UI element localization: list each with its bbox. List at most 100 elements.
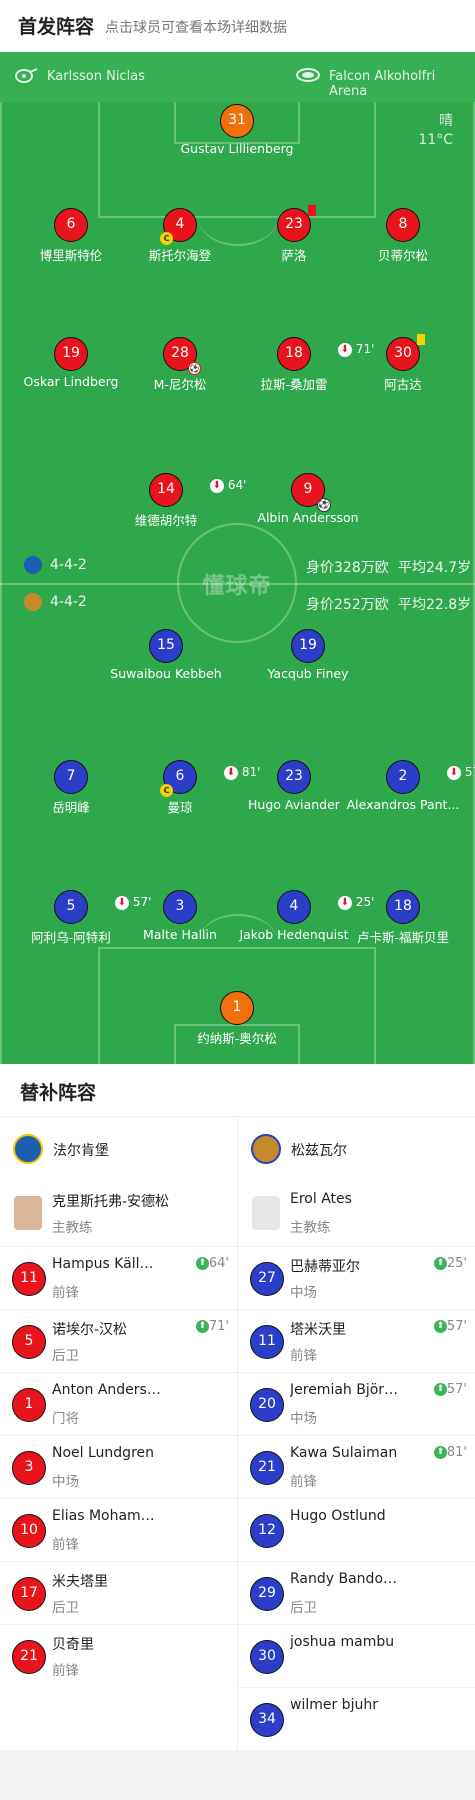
sub-player-number: 21 bbox=[12, 1640, 46, 1674]
player-away-23[interactable]: 23 Hugo Aviander bbox=[234, 760, 354, 812]
sub-player-number: 11 bbox=[12, 1262, 46, 1296]
away-substitutes: 松兹瓦尔 Erol Ates 主教练 27 巴赫蒂亚尔 中场 ⬆ 25' 11 塔… bbox=[238, 1116, 475, 1750]
sub-on-minute: 57' bbox=[446, 1319, 467, 1334]
sub-player-row[interactable]: 11 Hampus Käll… 前锋 ⬆ 64' bbox=[0, 1246, 237, 1309]
sub-on-icon: ⬆ bbox=[195, 1320, 209, 1333]
player-name: M-尼尔松 bbox=[153, 377, 207, 392]
sub-player-name: Hugo Ostlund bbox=[290, 1508, 386, 1524]
sub-player-name: wilmer bjuhr bbox=[290, 1697, 378, 1713]
sub-player-position: 后卫 bbox=[52, 1348, 79, 1364]
player-home-28[interactable]: 28 ⚽ M-尼尔松 bbox=[120, 337, 240, 393]
sub-player-row[interactable]: 17 米夫塔里 后卫 bbox=[0, 1561, 237, 1624]
sub-player-row[interactable]: 21 Kawa Sulaiman 前锋 ⬆ 81' bbox=[238, 1435, 475, 1498]
player-away-5[interactable]: 5 ⬇ 57' 阿利乌-阿特利 bbox=[11, 890, 151, 946]
player-number: 23 bbox=[285, 216, 303, 232]
sub-player-row[interactable]: 21 贝奇里 前锋 bbox=[0, 1624, 237, 1687]
player-home-30[interactable]: 30 阿古达 bbox=[343, 334, 463, 393]
player-number: 19 bbox=[291, 629, 325, 663]
venue-name: Falcon Alkoholfri Arena bbox=[329, 69, 436, 99]
player-name: 阿古达 bbox=[384, 377, 422, 392]
player-name: 约纳斯-奥尔松 bbox=[197, 1031, 277, 1046]
player-away-15[interactable]: 15 Suwaibou Kebbeh bbox=[106, 629, 226, 681]
player-away-6[interactable]: 6 C ⬇ 81' 曼琼 bbox=[120, 760, 260, 816]
player-home-31[interactable]: 31 Gustav Lillienberg bbox=[177, 104, 297, 156]
player-number: 5 bbox=[66, 898, 76, 914]
home-team-header[interactable]: 法尔肯堡 bbox=[0, 1116, 237, 1182]
sub-player-name: 巴赫蒂亚尔 bbox=[290, 1259, 360, 1275]
player-number: 6 bbox=[175, 768, 185, 784]
player-name: 萨洛 bbox=[281, 248, 307, 263]
player-away-4[interactable]: 4 ⬇ 25' Jakob Hedenquist bbox=[234, 890, 374, 942]
sub-player-number: 5 bbox=[12, 1325, 46, 1359]
sub-player-row[interactable]: 29 Randy Bando… 后卫 bbox=[238, 1561, 475, 1624]
player-home-19[interactable]: 19 Oskar Lindberg bbox=[11, 337, 131, 389]
player-name: 博里斯特伦 bbox=[39, 248, 103, 263]
sub-player-position: 前锋 bbox=[52, 1663, 79, 1679]
player-number: 15 bbox=[149, 629, 183, 663]
sub-on-minute: 81' bbox=[446, 1445, 467, 1460]
sub-player-number: 21 bbox=[250, 1451, 284, 1485]
player-name: 斯托尔海登 bbox=[148, 248, 212, 263]
player-number: 28 bbox=[171, 345, 189, 361]
sub-on-icon: ⬆ bbox=[433, 1320, 447, 1333]
sub-player-number: 27 bbox=[250, 1262, 284, 1296]
sub-player-row[interactable]: 1 Anton Anders… 门将 bbox=[0, 1372, 237, 1435]
player-home-18[interactable]: 18 ⬇ 71' 拉斯-桑加雷 bbox=[234, 337, 374, 393]
sub-player-name: Elias Moham… bbox=[52, 1508, 155, 1524]
away-coach[interactable]: Erol Ates 主教练 bbox=[238, 1182, 475, 1246]
sub-player-name: Anton Anders… bbox=[52, 1382, 161, 1398]
temperature-label: 11°C bbox=[418, 132, 453, 148]
player-home-4[interactable]: 4C 斯托尔海登 bbox=[120, 208, 240, 264]
home-coach[interactable]: 克里斯托弗-安德松 主教练 bbox=[0, 1182, 237, 1246]
coach-name: 克里斯托弗-安德松 bbox=[52, 1194, 170, 1210]
sub-player-row[interactable]: 10 Elias Moham… 前锋 bbox=[0, 1498, 237, 1561]
sub-player-row[interactable]: 3 Noel Lundgren 中场 bbox=[0, 1435, 237, 1498]
sub-player-row[interactable]: 27 巴赫蒂亚尔 中场 ⬆ 25' bbox=[238, 1246, 475, 1309]
player-name: Alexandros Pant... bbox=[346, 797, 460, 812]
sub-player-number: 12 bbox=[250, 1514, 284, 1548]
sub-player-number: 30 bbox=[250, 1640, 284, 1674]
player-away-1[interactable]: 1 约纳斯-奥尔松 bbox=[177, 991, 297, 1047]
sub-player-name: Hampus Käll… bbox=[52, 1256, 154, 1272]
player-home-8[interactable]: 8 贝蒂尔松 bbox=[343, 208, 463, 264]
whistle-icon bbox=[15, 68, 38, 83]
player-away-18[interactable]: 18 卢卡斯-福斯贝里 bbox=[343, 890, 463, 946]
sub-on-marker: ⬆ 57' bbox=[433, 1382, 467, 1397]
sub-on-minute: 25' bbox=[446, 1256, 467, 1271]
sub-player-name: 塔米沃里 bbox=[290, 1322, 346, 1338]
player-home-14[interactable]: 14 ⬇ 64' 维德胡尔特 bbox=[106, 473, 246, 529]
home-substitutes: 法尔肯堡 克里斯托弗-安德松 主教练 11 Hampus Käll… 前锋 ⬆ 6… bbox=[0, 1116, 237, 1687]
sub-player-row[interactable]: 20 Jeremiah Björ… 中场 ⬆ 57' bbox=[238, 1372, 475, 1435]
player-away-7[interactable]: 7 岳明峰 bbox=[11, 760, 131, 816]
coach-role: 主教练 bbox=[52, 1220, 93, 1236]
sub-player-row[interactable]: 5 诺埃尔-汉松 后卫 ⬆ 71' bbox=[0, 1309, 237, 1372]
player-away-19[interactable]: 19 Yacqub Finey bbox=[248, 629, 368, 681]
sub-on-icon: ⬆ bbox=[433, 1383, 447, 1396]
captain-badge: C bbox=[160, 784, 173, 797]
player-number: 18 bbox=[386, 890, 420, 924]
player-home-6[interactable]: 6 博里斯特伦 bbox=[11, 208, 131, 264]
sub-on-minute: 71' bbox=[208, 1319, 229, 1334]
away-team-header[interactable]: 松兹瓦尔 bbox=[238, 1116, 475, 1182]
sub-off-icon: ⬇ bbox=[210, 478, 224, 493]
player-away-2[interactable]: 2 ⬇ 57' Alexandros Pant... bbox=[343, 760, 475, 812]
substitutes-section: 替补阵容 法尔肯堡 克里斯托弗-安德松 主教练 11 Hampus Käll… … bbox=[0, 1064, 475, 1750]
sub-player-position: 前锋 bbox=[290, 1348, 317, 1364]
player-number: 9 bbox=[303, 481, 313, 497]
page-title: 首发阵容 bbox=[18, 16, 95, 38]
goal-ball-icon: ⚽ bbox=[317, 498, 331, 512]
player-away-3[interactable]: 3 Malte Hallin bbox=[120, 890, 240, 942]
sub-player-row[interactable]: 30 joshua mambu bbox=[238, 1624, 475, 1687]
player-home-23[interactable]: 23 萨洛 bbox=[234, 205, 354, 264]
home-team-logo-icon bbox=[13, 1134, 43, 1164]
sub-player-row[interactable]: 11 塔米沃里 前锋 ⬆ 57' bbox=[238, 1309, 475, 1372]
sub-on-minute: 64' bbox=[208, 1256, 229, 1271]
lineup-header: 首发阵容 点击球员可查看本场详细数据 bbox=[0, 0, 475, 52]
player-number: 6 bbox=[54, 208, 88, 242]
player-number: 19 bbox=[54, 337, 88, 371]
home-formation: 4-4-2 bbox=[50, 557, 87, 573]
sub-player-row[interactable]: 34 wilmer bjuhr bbox=[238, 1687, 475, 1750]
player-home-9[interactable]: 9 ⚽ Albin Andersson bbox=[248, 473, 368, 525]
sub-player-row[interactable]: 12 Hugo Ostlund bbox=[238, 1498, 475, 1561]
sub-player-position: 后卫 bbox=[290, 1600, 317, 1616]
